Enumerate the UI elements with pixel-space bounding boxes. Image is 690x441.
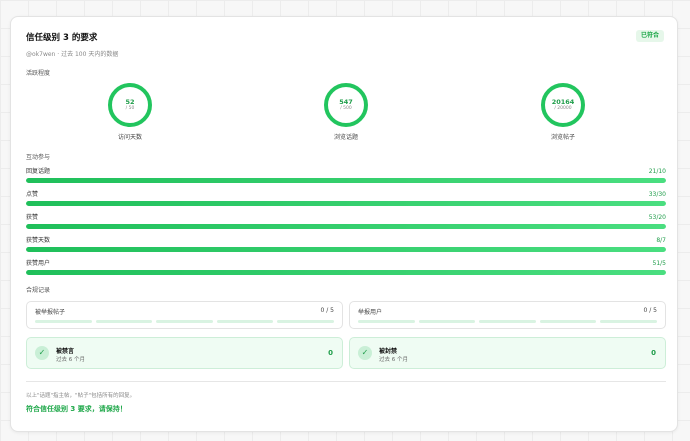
bar-value: 8/7 bbox=[656, 237, 666, 244]
silenced-box: ✓ 被禁言 过去 6 个月 0 bbox=[26, 337, 343, 369]
suspended-box: ✓ 被封禁 过去 6 个月 0 bbox=[349, 337, 666, 369]
bar-value: 51/5 bbox=[652, 260, 666, 267]
ring-topics-viewed: 547 / 500 浏览话题 bbox=[316, 83, 376, 141]
bar-label: 获赞天数 bbox=[26, 237, 51, 244]
progress-ring: 20164 / 20000 bbox=[541, 83, 585, 127]
bar-likes-received: 获赞 53/20 bbox=[26, 213, 666, 229]
trust-level-card: 信任级别 3 的要求 @ok7wen · 过去 100 天内的数据 已符合 活跃… bbox=[10, 16, 678, 432]
ring-posts-read: 20164 / 20000 浏览帖子 bbox=[533, 83, 593, 141]
segment-bar bbox=[358, 320, 657, 323]
ring-required: / 20000 bbox=[554, 106, 572, 111]
bar-likes-given: 点赞 33/30 bbox=[26, 190, 666, 206]
segment bbox=[95, 320, 153, 323]
progress-ring: 547 / 500 bbox=[324, 83, 368, 127]
bar-label: 回复话题 bbox=[26, 168, 51, 175]
segment bbox=[216, 320, 274, 323]
bar-replies: 回复话题 21/10 bbox=[26, 167, 666, 183]
ring-label: 浏览帖子 bbox=[550, 134, 575, 141]
box-value: 0 / 5 bbox=[643, 307, 657, 314]
segment bbox=[35, 320, 92, 323]
penalty-label: 被禁言 bbox=[56, 348, 75, 355]
status-badge: 已符合 bbox=[635, 30, 664, 42]
summary-status: 符合信任级别 3 要求，请保持！ bbox=[26, 405, 127, 413]
section-compliance-title: 合规记录 bbox=[26, 287, 51, 294]
divider bbox=[26, 381, 666, 382]
ring-required: / 500 bbox=[340, 106, 352, 111]
ring-visit-days: 52 / 50 访问天数 bbox=[100, 83, 160, 141]
bar-track bbox=[26, 247, 666, 252]
bar-fill bbox=[26, 224, 666, 229]
bar-fill bbox=[26, 247, 666, 252]
check-icon: ✓ bbox=[358, 346, 372, 360]
bar-track bbox=[26, 224, 666, 229]
footnote: 以上"话题"指主帖，"帖子"包括所有的回复。 bbox=[26, 393, 136, 399]
ring-required: / 50 bbox=[125, 106, 135, 111]
segment bbox=[600, 320, 657, 323]
segment bbox=[156, 320, 213, 323]
segment-bar bbox=[35, 320, 334, 323]
bar-value: 21/10 bbox=[648, 168, 666, 175]
ring-label: 访问天数 bbox=[117, 134, 142, 141]
bar-label: 点赞 bbox=[26, 191, 39, 198]
box-label: 被举报帖子 bbox=[35, 309, 66, 316]
reported-users-box: 举报用户 0 / 5 bbox=[349, 301, 666, 329]
bar-liked-users: 获赞用户 51/5 bbox=[26, 259, 666, 275]
bar-fill bbox=[26, 201, 666, 206]
penalty-value: 0 bbox=[651, 349, 656, 357]
ring-value: 52 bbox=[125, 98, 135, 106]
bar-label: 获赞 bbox=[26, 214, 39, 221]
penalty-label: 被封禁 bbox=[379, 348, 398, 355]
bar-track bbox=[26, 270, 666, 275]
box-label: 举报用户 bbox=[358, 309, 383, 316]
penalty-value: 0 bbox=[328, 349, 333, 357]
page-title: 信任级别 3 的要求 bbox=[26, 33, 98, 43]
segment bbox=[358, 320, 415, 323]
bar-liked-days: 获赞天数 8/7 bbox=[26, 236, 666, 252]
bar-track bbox=[26, 178, 666, 183]
page-subtitle: @ok7wen · 过去 100 天内的数据 bbox=[26, 51, 119, 58]
section-engagement-title: 互动参与 bbox=[26, 154, 51, 161]
check-icon: ✓ bbox=[35, 346, 49, 360]
bar-fill bbox=[26, 178, 666, 183]
section-activity-title: 活跃程度 bbox=[26, 70, 51, 77]
bar-value: 53/20 bbox=[648, 214, 666, 221]
segment bbox=[539, 320, 597, 323]
segment bbox=[418, 320, 476, 323]
segment bbox=[479, 320, 536, 323]
penalty-period: 过去 6 个月 bbox=[379, 357, 408, 363]
box-value: 0 / 5 bbox=[320, 307, 334, 314]
ring-label: 浏览话题 bbox=[333, 134, 358, 141]
penalty-period: 过去 6 个月 bbox=[56, 357, 85, 363]
progress-ring: 52 / 50 bbox=[108, 83, 152, 127]
bar-fill bbox=[26, 270, 666, 275]
bar-track bbox=[26, 201, 666, 206]
bar-label: 获赞用户 bbox=[26, 260, 51, 267]
ring-value: 20164 bbox=[551, 98, 575, 106]
ring-value: 547 bbox=[339, 98, 353, 106]
segment bbox=[277, 320, 334, 323]
reported-posts-box: 被举报帖子 0 / 5 bbox=[26, 301, 343, 329]
bar-value: 33/30 bbox=[648, 191, 666, 198]
